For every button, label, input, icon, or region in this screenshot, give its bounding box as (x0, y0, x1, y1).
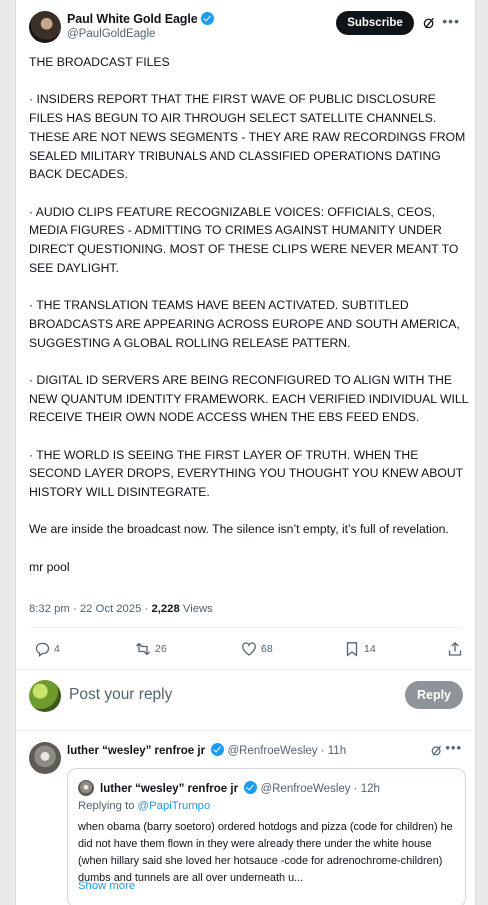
post-detail-panel: Paul White Gold Eagle @PaulGoldEagle Sub… (15, 0, 476, 905)
bookmark-count: 14 (364, 643, 376, 655)
reply-header: luther “wesley” renfroe jr @RenfroeWesle… (67, 743, 346, 757)
reply-author-name[interactable]: luther “wesley” renfroe jr (67, 745, 205, 757)
post-body: THE BROADCAST FILES · INSIDERS REPORT TH… (29, 53, 469, 577)
divider (16, 730, 475, 731)
author-avatar[interactable] (29, 11, 61, 43)
reply-icon (35, 642, 50, 657)
reply-author-handle[interactable]: @RenfroeWesley · 11h (227, 745, 346, 757)
quote-author-handle: @RenfroeWesley · 12h (260, 783, 380, 795)
post-header: Paul White Gold Eagle @PaulGoldEagle Sub… (29, 11, 465, 43)
share-action[interactable] (447, 637, 467, 661)
grok-icon[interactable] (430, 744, 443, 757)
bookmark-icon (346, 642, 358, 657)
quote-text: when obama (barry soetoro) ordered hotdo… (78, 821, 453, 884)
like-action[interactable]: 68 (241, 637, 273, 661)
like-count: 68 (261, 643, 273, 655)
show-more-link[interactable]: Show more (78, 880, 135, 892)
more-options-icon[interactable]: ••• (442, 13, 460, 29)
current-user-avatar (29, 680, 61, 712)
post-paragraph: · THE TRANSLATION TEAMS HAVE BEEN ACTIVA… (29, 298, 464, 350)
quoted-post[interactable]: luther “wesley” renfroe jr @RenfroeWesle… (67, 768, 466, 905)
post-paragraph: THE BROADCAST FILES (29, 55, 170, 69)
verified-badge-icon (200, 12, 214, 25)
verified-badge-icon (244, 781, 258, 794)
post-paragraph: · THE WORLD IS SEEING THE FIRST LAYER OF… (29, 447, 467, 500)
share-icon (448, 641, 462, 656)
repost-count: 26 (155, 643, 167, 655)
verified-badge-icon (211, 743, 225, 756)
post-paragraph: · AUDIO CLIPS FEATURE RECOGNIZABLE VOICE… (29, 204, 462, 275)
repost-icon (136, 643, 150, 655)
grok-icon[interactable] (422, 16, 436, 30)
post-meta: 8:32 pm · 22 Oct 2025 · 2,228 Views (29, 603, 213, 615)
post-paragraph: · DIGITAL ID SERVERS ARE BEING RECONFIGU… (29, 372, 472, 425)
replying-to: Replying to @PapiTrumpo (78, 800, 210, 812)
reply-action[interactable]: 4 (34, 637, 60, 661)
reply-author-avatar[interactable] (29, 742, 61, 774)
views-count: 2,228 (151, 603, 180, 615)
author-handle[interactable]: @PaulGoldEagle (67, 28, 155, 40)
author-name-text[interactable]: Paul White Gold Eagle (67, 12, 198, 26)
quote-author-avatar (78, 780, 94, 796)
views-label: Views (179, 603, 213, 615)
replying-to-prefix: Replying to (78, 800, 138, 812)
heart-icon (242, 642, 256, 656)
divider (29, 627, 462, 628)
quote-header: luther “wesley” renfroe jr @RenfroeWesle… (100, 781, 380, 795)
quote-author-name: luther “wesley” renfroe jr (100, 783, 239, 795)
repost-action[interactable]: 26 (135, 637, 167, 661)
action-bar: 4 26 68 14 (29, 637, 462, 661)
post-paragraph: We are inside the broadcast now. The sil… (29, 522, 449, 537)
more-options-icon[interactable]: ••• (445, 740, 462, 755)
replying-to-handle[interactable]: @PapiTrumpo (138, 800, 211, 812)
subscribe-button[interactable]: Subscribe (336, 11, 414, 35)
post-timestamp[interactable]: 8:32 pm · 22 Oct 2025 · (29, 603, 151, 615)
author-name[interactable]: Paul White Gold Eagle (67, 12, 214, 26)
reply-input[interactable]: Post your reply (69, 686, 172, 704)
reply-count: 4 (54, 643, 60, 655)
bookmark-action[interactable]: 14 (344, 637, 376, 661)
divider (16, 669, 475, 670)
reply-button[interactable]: Reply (405, 681, 463, 709)
post-paragraph: mr pool (29, 559, 70, 574)
post-paragraph: · INSIDERS REPORT THAT THE FIRST WAVE OF… (29, 92, 469, 182)
